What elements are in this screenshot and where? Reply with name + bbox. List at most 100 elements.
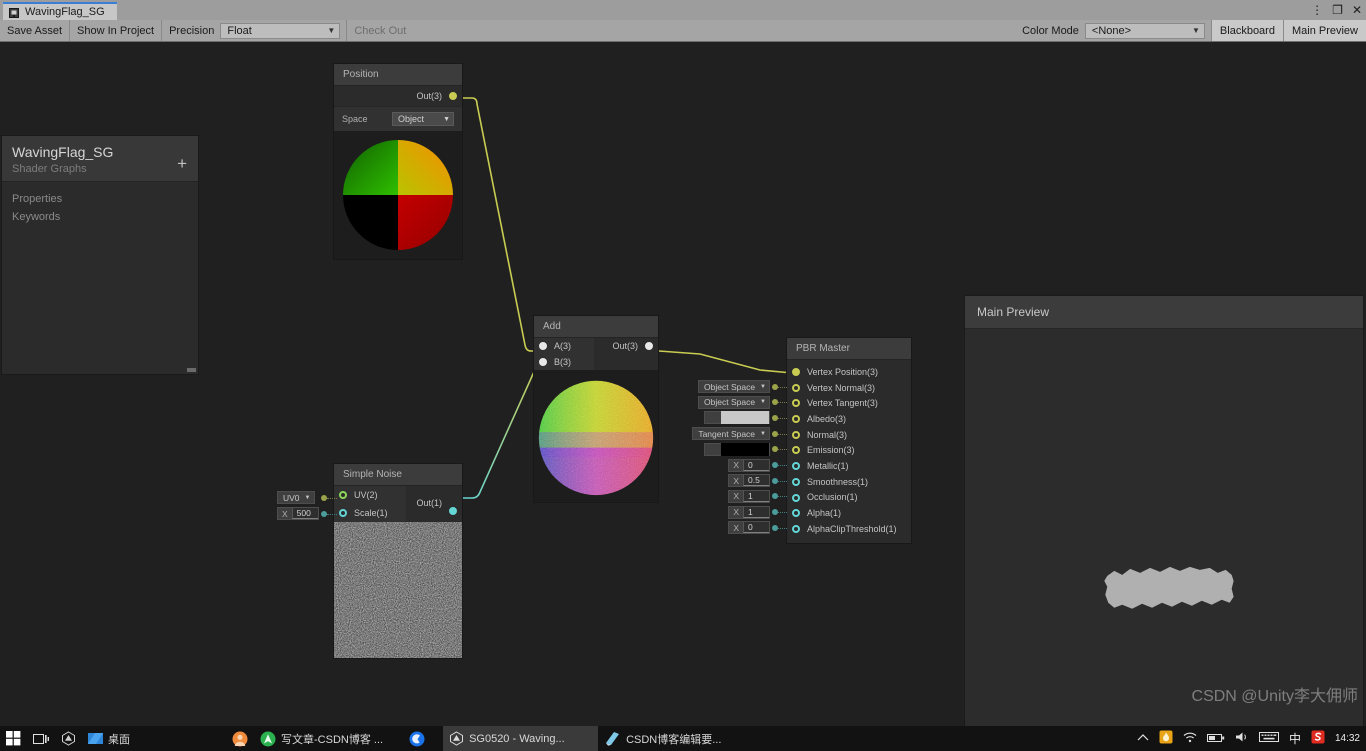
blackboard-panel[interactable]: WavingFlag_SG Shader Graphs + Properties… (1, 135, 199, 375)
scale-value[interactable]: 500 (291, 508, 318, 519)
number-field[interactable]: X0 (728, 458, 770, 472)
add-property-button[interactable]: + (177, 155, 187, 172)
taskbar-clock[interactable]: 14:32 (1335, 733, 1360, 744)
battery-icon[interactable] (1206, 732, 1225, 746)
number-value[interactable]: 0 (743, 522, 769, 534)
taskbar-item-user-app[interactable] (226, 726, 254, 751)
sogou-icon[interactable] (1311, 730, 1325, 747)
port-out-vector1[interactable] (449, 507, 457, 515)
port-in-b[interactable] (539, 358, 547, 366)
space-dropdown[interactable]: Object Space ▼ (698, 380, 770, 394)
number-field[interactable]: X1 (728, 489, 770, 503)
space-dropdown[interactable]: Object ▼ (392, 112, 454, 126)
blackboard-section-properties[interactable]: Properties (12, 190, 188, 208)
port-in-vector1[interactable] (792, 524, 800, 533)
noise-scale-default-widget[interactable]: X 500 (277, 507, 319, 520)
noise-uv-default-widget[interactable]: UV0 ▼ (277, 491, 315, 504)
precision-dropdown[interactable]: Float ▼ (220, 22, 341, 39)
node-position[interactable]: Position Out(3) Space Object ▼ (333, 63, 463, 260)
port-in-scale[interactable] (339, 509, 347, 517)
pbr-default-space-2[interactable]: Object Space ▼ (698, 395, 770, 409)
show-in-project-button[interactable]: Show In Project (70, 20, 163, 41)
pbr-default-space-4[interactable]: Tangent Space ▼ (692, 427, 770, 441)
pbr-default-color-3[interactable] (704, 411, 770, 425)
slot-pbr-normal[interactable]: Normal(3) (787, 427, 911, 443)
pbr-default-number-8[interactable]: X1 (728, 489, 770, 503)
flame-icon[interactable] (1159, 730, 1173, 747)
slot-add-a[interactable]: A(3) (534, 338, 594, 354)
close-icon[interactable]: ✕ (1352, 4, 1362, 16)
port-in-a[interactable] (539, 342, 547, 350)
slot-noise-scale[interactable]: Scale(1) (334, 504, 406, 522)
node-preview-position[interactable] (334, 131, 462, 259)
port-in-uv[interactable] (339, 491, 347, 499)
maximize-icon[interactable]: ❐ (1332, 4, 1343, 16)
node-simple-noise[interactable]: Simple Noise UV(2) Scale(1) Out(1) (333, 463, 463, 659)
slot-pbr-vertex-normal[interactable]: Vertex Normal(3) (787, 380, 911, 396)
keyboard-icon[interactable] (1258, 731, 1279, 746)
more-options-icon[interactable]: ⋮ (1311, 4, 1323, 16)
show-hidden-icons-button[interactable] (1137, 733, 1149, 745)
slot-pbr-occlusion[interactable]: Occlusion(1) (787, 490, 911, 506)
slot-noise-uv[interactable]: UV(2) (334, 486, 406, 504)
number-value[interactable]: 1 (743, 506, 769, 518)
number-field[interactable]: X0 (728, 521, 770, 535)
port-in-vector1[interactable] (792, 462, 800, 471)
uv-channel-dropdown[interactable]: UV0 ▼ (277, 491, 315, 504)
number-value[interactable]: 0.5 (743, 475, 769, 487)
port-in-vector3[interactable] (792, 415, 800, 424)
space-dropdown[interactable]: Object Space ▼ (698, 395, 770, 409)
pbr-default-number-10[interactable]: X0 (728, 521, 770, 535)
taskbar-item-csdn-editor[interactable]: CSDN博客编辑要... (598, 726, 727, 751)
slot-pbr-alpha[interactable]: Alpha(1) (787, 505, 911, 521)
blackboard-section-keywords[interactable]: Keywords (12, 208, 188, 226)
space-dropdown[interactable]: Tangent Space ▼ (692, 427, 770, 441)
save-asset-button[interactable]: Save Asset (0, 20, 71, 41)
graph-canvas[interactable]: WavingFlag_SG Shader Graphs + Properties… (0, 42, 1366, 726)
pbr-default-color-5[interactable] (704, 442, 770, 456)
tab-wavingflag-sg[interactable]: WavingFlag_SG (3, 2, 117, 20)
wifi-icon[interactable] (1183, 731, 1197, 746)
main-preview-panel[interactable]: Main Preview (964, 295, 1364, 726)
port-in-vector1[interactable] (792, 509, 800, 518)
taskbar-item-csdn-browser[interactable]: 写文章-CSDN博客 ... (254, 726, 389, 751)
ime-mode-icon[interactable]: 中 (1289, 730, 1301, 747)
port-out-vector3[interactable] (645, 342, 653, 350)
slot-pbr-albedo[interactable]: Albedo(3) (787, 411, 911, 427)
taskbar-item-unity-editor[interactable]: SG0520 - Waving... (443, 726, 599, 751)
slot-add-out[interactable]: Out(3) (594, 338, 658, 354)
number-field[interactable]: X 0.5 (728, 474, 770, 488)
pbr-default-number-7[interactable]: X 0.5 (728, 474, 770, 488)
port-in-vector1[interactable] (792, 477, 800, 486)
color-swatch[interactable] (721, 442, 769, 456)
slot-add-b[interactable]: B(3) (534, 354, 594, 370)
node-pbr-master[interactable]: PBR Master Vertex Position(3) Vertex Norm… (786, 337, 912, 544)
slot-pbr-emission[interactable]: Emission(3) (787, 442, 911, 458)
port-in-vector3[interactable] (792, 399, 800, 408)
blackboard-resize-handle[interactable] (187, 368, 196, 372)
blackboard-toggle[interactable]: Blackboard (1210, 20, 1283, 41)
slot-pbr-smoothness[interactable]: Smoothness(1) (787, 474, 911, 490)
pbr-default-number-9[interactable]: X1 (728, 505, 770, 519)
main-preview-toggle[interactable]: Main Preview (1282, 20, 1366, 41)
volume-icon[interactable] (1235, 731, 1249, 746)
color-mode-dropdown[interactable]: <None> ▼ (1084, 22, 1205, 39)
slot-pbr-vertex-position[interactable]: Vertex Position(3) (787, 364, 911, 380)
color-swatch-field[interactable] (704, 442, 770, 456)
taskbar-item-desktop[interactable]: 桌面 (82, 726, 136, 751)
task-view-button[interactable] (27, 726, 55, 751)
main-preview-header[interactable]: Main Preview (965, 296, 1363, 329)
port-in-vector3[interactable] (792, 383, 800, 392)
port-in-vector1[interactable] (792, 493, 800, 502)
number-value[interactable]: 1 (743, 490, 769, 502)
color-swatch-field[interactable] (704, 411, 770, 425)
pbr-default-number-6[interactable]: X0 (728, 458, 770, 472)
port-out-vector3[interactable] (449, 92, 457, 100)
color-swatch[interactable] (721, 411, 769, 425)
slot-pbr-vertex-tangent[interactable]: Vertex Tangent(3) (787, 395, 911, 411)
taskbar-item-chrome[interactable] (403, 726, 431, 751)
node-preview-add[interactable] (534, 370, 658, 502)
slot-position-out[interactable]: Out(3) (334, 86, 462, 106)
port-in-vector3[interactable] (792, 368, 800, 376)
number-value[interactable]: 0 (743, 459, 769, 471)
